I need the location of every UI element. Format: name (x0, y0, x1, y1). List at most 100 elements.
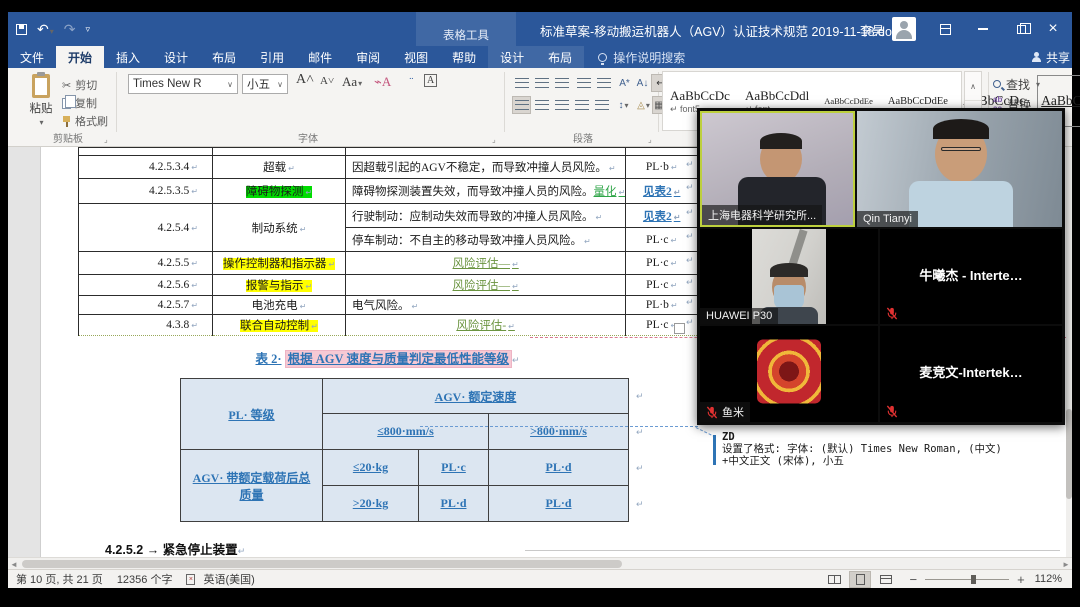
table2-caption[interactable]: 表 2· 根据 AGV 速度与质量判定最低性能等级↵ (86, 348, 689, 367)
table-row[interactable]: 4.2.5.6 报警与指示 风险评估— PL·c (79, 275, 698, 296)
table-row[interactable]: 4.2.5.4 制动系统 行驶制动：应制动失效而导致的冲撞人员风险。 见表2 (79, 204, 698, 228)
distribute-button[interactable] (592, 96, 611, 114)
zoom-in-button[interactable]: + (1017, 572, 1025, 587)
sort-button[interactable]: A↓ (633, 74, 652, 92)
justify-button[interactable] (572, 96, 591, 114)
account-avatar[interactable] (892, 17, 916, 41)
numbering-button[interactable] (532, 74, 551, 92)
risk-eval-link[interactable]: 风险评估- (456, 320, 515, 332)
line-spacing-button[interactable]: ↕▾ (614, 96, 633, 114)
table-resize-handle[interactable] (674, 323, 685, 334)
video-tile[interactable]: HUAWEI P30 (700, 229, 878, 324)
shrink-font-button[interactable]: A˅ (320, 75, 334, 87)
change-case-button[interactable]: Aa▾ (342, 74, 362, 90)
format-painter-button[interactable]: 格式刷 (62, 112, 108, 130)
paste-dropdown-icon[interactable]: ▾ (39, 118, 43, 127)
pl-grade-table[interactable]: PL· 等级 AGV· 额定速度 ≤800·mm/s >800·mm/s AGV… (180, 378, 629, 522)
clause-cell[interactable]: 4.2.5.6 (79, 275, 213, 296)
table-row[interactable]: 4.3.8 联合自动控制 风险评估- PL·c (79, 315, 698, 336)
horizontal-scrollbar-thumb[interactable] (22, 560, 622, 568)
pl-grade-header-cell[interactable]: PL· 等级 (181, 379, 323, 450)
share-button[interactable]: 共享 (1031, 46, 1070, 68)
increase-indent-button[interactable] (594, 74, 613, 92)
tab-insert[interactable]: 插入 (104, 46, 152, 68)
zoom-percentage[interactable]: 112% (1035, 573, 1062, 585)
account-name[interactable]: 李昊 (860, 22, 884, 39)
video-tile[interactable]: Qin Tianyi (857, 111, 1062, 227)
font-size-combo[interactable]: 小五∨ (242, 74, 288, 94)
subsystem-cell-highlighted[interactable]: 障碍物探测 (246, 186, 312, 198)
font-name-combo[interactable]: Times New R∨ (128, 74, 238, 94)
subsystem-cell-highlighted[interactable]: 联合自动控制 (240, 320, 318, 332)
mass-high-cell[interactable]: >20·kg (323, 486, 419, 522)
video-tile[interactable]: 牛曦杰 - Interte… (880, 229, 1062, 324)
video-tile[interactable]: 鱼米 (700, 326, 878, 422)
tab-references[interactable]: 引用 (248, 46, 296, 68)
align-center-button[interactable] (532, 96, 551, 114)
table-row[interactable]: 4.2.5.3.5 障碍物探测 障碍物探测装置失效，而导致冲撞人员的风险。量化 … (79, 179, 698, 204)
find-button[interactable]: 查找▾ (993, 74, 1040, 94)
table-row[interactable]: PL· 等级 AGV· 额定速度 (181, 379, 629, 414)
clause-cell[interactable]: 4.2.5.3.5 (79, 179, 213, 204)
read-mode-button[interactable] (823, 571, 845, 588)
copy-button[interactable]: 复制 (62, 94, 108, 112)
table-row[interactable]: 4.2.5.7 电池充电 电气风险。 PL·b (79, 296, 698, 315)
video-tile[interactable]: 麦竞文-Intertek… (880, 326, 1062, 422)
pl-value-cell[interactable]: PL·c (419, 450, 489, 486)
clear-formatting-icon[interactable]: ⌁A (374, 74, 391, 90)
align-right-button[interactable] (552, 96, 571, 114)
pl-value-cell[interactable]: PL·d (489, 450, 629, 486)
zoom-out-button[interactable]: − (909, 572, 917, 587)
tab-help[interactable]: 帮助 (440, 46, 488, 68)
risk-desc-cell[interactable]: 电气风险。 (352, 300, 418, 312)
horizontal-scrollbar[interactable]: ◄ ► (8, 557, 1072, 569)
table-row[interactable]: 4.2.5.3.4 超载 因超载引起的AGV不稳定，而导致冲撞人员风险。 PL·… (79, 156, 698, 179)
speed-header-cell[interactable]: AGV· 额定速度 (323, 379, 629, 414)
vertical-scrollbar-thumb[interactable] (1066, 409, 1072, 499)
decrease-indent-button[interactable] (574, 74, 593, 92)
section-heading[interactable]: 4.2.5.2 → 紧急停止装置↵ (105, 539, 245, 557)
clipboard-dialog-launcher-icon[interactable]: ⌟ (104, 135, 108, 144)
risk-eval-link[interactable]: 风险评估— (453, 258, 519, 270)
clause-cell[interactable]: 4.2.5.5 (79, 252, 213, 275)
close-button[interactable]: × (1034, 12, 1072, 46)
risk-desc-cell[interactable]: 行驶制动：应制动失效而导致的冲撞人员风险。 (352, 211, 602, 223)
video-tile-active[interactable]: 上海电器科学研究所... (700, 111, 855, 227)
subsystem-cell[interactable]: 超载 (263, 162, 295, 174)
mass-header-cell[interactable]: AGV· 带额定载荷后总质量 (181, 450, 323, 522)
cut-button[interactable]: ✂剪切 (62, 76, 108, 94)
clause-cell[interactable]: 4.2.5.4 (79, 204, 213, 252)
paragraph-dialog-launcher-icon[interactable]: ⌟ (648, 135, 652, 144)
table-row-partial[interactable] (79, 148, 698, 156)
pl-value-cell[interactable]: PL·d (419, 486, 489, 522)
tab-design[interactable]: 设计 (152, 46, 200, 68)
tab-mailings[interactable]: 邮件 (296, 46, 344, 68)
vertical-scrollbar[interactable] (1066, 147, 1072, 557)
proofing-status-icon[interactable]: × (186, 574, 195, 585)
see-table2-link[interactable]: 见表2 (643, 186, 680, 198)
zoom-slider[interactable] (925, 579, 1009, 580)
clause-cell[interactable]: 4.2.5.7 (79, 296, 213, 315)
tab-home[interactable]: 开始 (56, 46, 104, 68)
clause-cell[interactable]: 4.2.5.3.4 (79, 156, 213, 179)
speed-high-cell[interactable]: >800·mm/s (489, 414, 629, 450)
print-layout-button[interactable] (849, 571, 871, 588)
redo-icon[interactable]: ↷ (64, 21, 76, 38)
tab-layout[interactable]: 布局 (200, 46, 248, 68)
mass-low-cell[interactable]: ≤20·kg (323, 450, 419, 486)
tab-review[interactable]: 审阅 (344, 46, 392, 68)
bullets-button[interactable] (512, 74, 531, 92)
risk-desc-cell[interactable]: 障碍物探测装置失效，而导致冲撞人员的风险。 (352, 186, 594, 198)
subsystem-cell-highlighted[interactable]: 报警与指示 (246, 280, 312, 292)
shading-button[interactable]: ◬▾ (634, 96, 653, 114)
clause-cell[interactable]: 4.3.8 (79, 315, 213, 336)
subsystem-cell[interactable]: 电池充电 (252, 300, 307, 312)
see-table2-link[interactable]: 见表2 (643, 211, 680, 223)
tab-tabletools-layout[interactable]: 布局 (536, 46, 584, 68)
table-row[interactable]: AGV· 带额定载荷后总质量 ≤20·kg PL·c PL·d (181, 450, 629, 486)
risk-desc-cell[interactable]: 停车制动：不自主的移动导致冲撞人员风险。 (352, 235, 591, 247)
page-indicator[interactable]: 第 10 页, 共 21 页 (16, 571, 103, 587)
risk-desc-cell[interactable]: 因超载引起的AGV不稳定，而导致冲撞人员风险。 (352, 162, 616, 174)
phonetic-guide-icon[interactable]: 文̈ (402, 74, 411, 89)
tab-view[interactable]: 视图 (392, 46, 440, 68)
